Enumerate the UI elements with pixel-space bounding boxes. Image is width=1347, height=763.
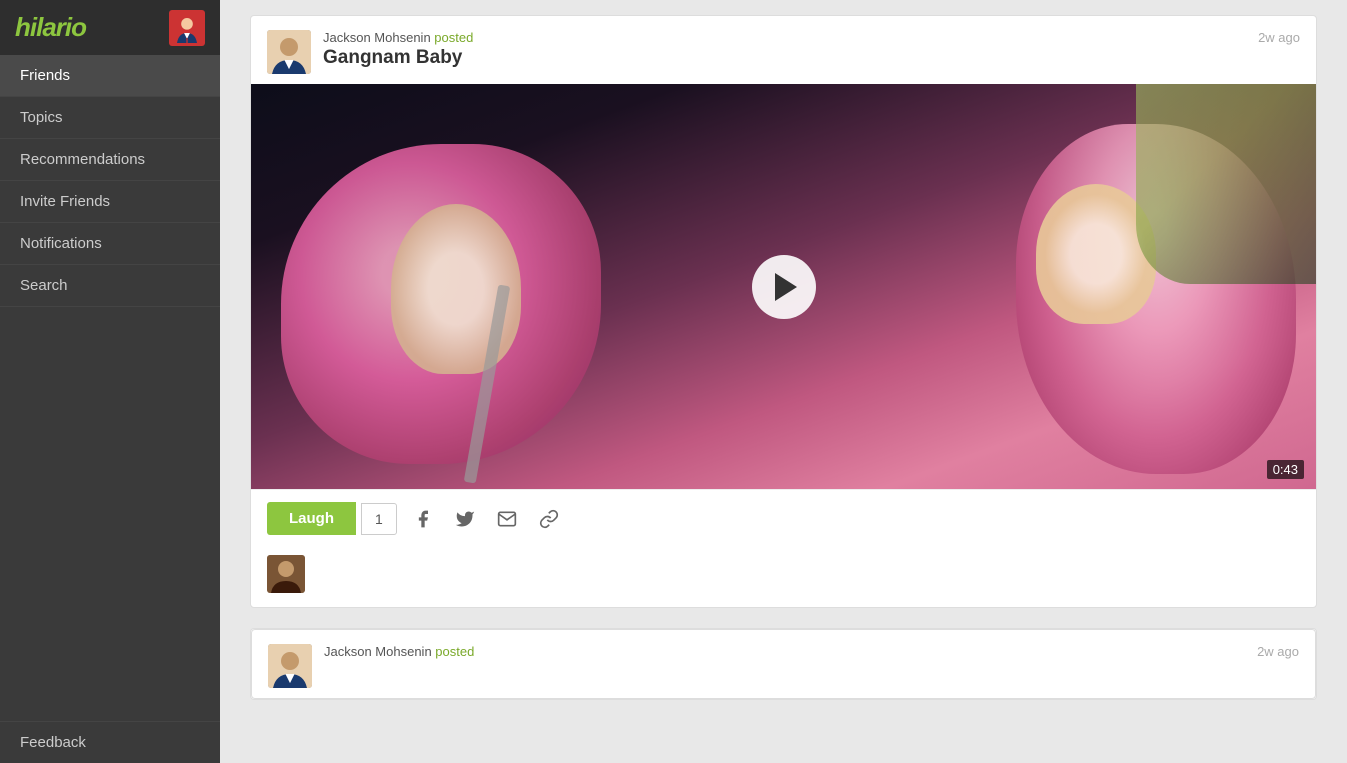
- sidebar-item-feedback[interactable]: Feedback: [0, 721, 220, 763]
- app-logo[interactable]: hilario: [15, 12, 86, 43]
- post-title: Gangnam Baby: [323, 47, 473, 69]
- poster-avatar[interactable]: [267, 30, 311, 74]
- link-share-button[interactable]: [533, 503, 565, 535]
- posted-word: posted: [434, 30, 473, 45]
- post-meta: Jackson Mohsenin posted Gangnam Baby: [323, 30, 473, 69]
- sidebar-item-topics[interactable]: Topics: [0, 97, 220, 139]
- laugher-avatar[interactable]: [267, 555, 305, 593]
- facebook-share-button[interactable]: [407, 503, 439, 535]
- sidebar-item-search[interactable]: Search: [0, 265, 220, 307]
- sidebar-item-notifications[interactable]: Notifications: [0, 223, 220, 265]
- poster-name-2: Jackson Mohsenin: [324, 644, 432, 659]
- post-header-left: Jackson Mohsenin posted Gangnam Baby: [267, 30, 473, 74]
- post-header: Jackson Mohsenin posted Gangnam Baby 2w …: [251, 16, 1316, 84]
- sidebar-spacer: [0, 307, 220, 721]
- video-scene: 0:43: [251, 84, 1316, 489]
- sidebar-item-recommendations[interactable]: Recommendations: [0, 139, 220, 181]
- laugh-button[interactable]: Laugh: [267, 502, 356, 535]
- email-share-button[interactable]: [491, 503, 523, 535]
- sidebar: hilario Friends Topics Recommendations I…: [0, 0, 220, 763]
- posted-word-2: posted: [435, 644, 474, 659]
- play-button[interactable]: [752, 255, 816, 319]
- sidebar-item-invite-friends[interactable]: Invite Friends: [0, 181, 220, 223]
- post-time-2: 2w ago: [1257, 644, 1299, 659]
- post-header-2: Jackson Mohsenin posted 2w ago: [251, 629, 1316, 699]
- post-meta-top: Jackson Mohsenin posted: [323, 30, 473, 45]
- user-avatar[interactable]: [169, 10, 205, 46]
- post-meta-2: Jackson Mohsenin posted: [324, 644, 474, 659]
- twitter-share-button[interactable]: [449, 503, 481, 535]
- video-duration: 0:43: [1267, 460, 1304, 479]
- post-card-2: Jackson Mohsenin posted 2w ago: [250, 628, 1317, 700]
- sidebar-item-friends[interactable]: Friends: [0, 55, 220, 97]
- poster-avatar-2[interactable]: [268, 644, 312, 688]
- post-meta-top-2: Jackson Mohsenin posted: [324, 644, 474, 659]
- poster-name: Jackson Mohsenin: [323, 30, 431, 45]
- sidebar-header: hilario: [0, 0, 220, 55]
- post-laughers: [251, 547, 1316, 607]
- main-content: Jackson Mohsenin posted Gangnam Baby 2w …: [220, 0, 1347, 763]
- laugh-count[interactable]: 1: [361, 503, 397, 535]
- video-player[interactable]: 0:43: [251, 84, 1316, 489]
- post-card: Jackson Mohsenin posted Gangnam Baby 2w …: [250, 15, 1317, 608]
- post-actions: Laugh 1: [251, 489, 1316, 547]
- post-time: 2w ago: [1258, 30, 1300, 45]
